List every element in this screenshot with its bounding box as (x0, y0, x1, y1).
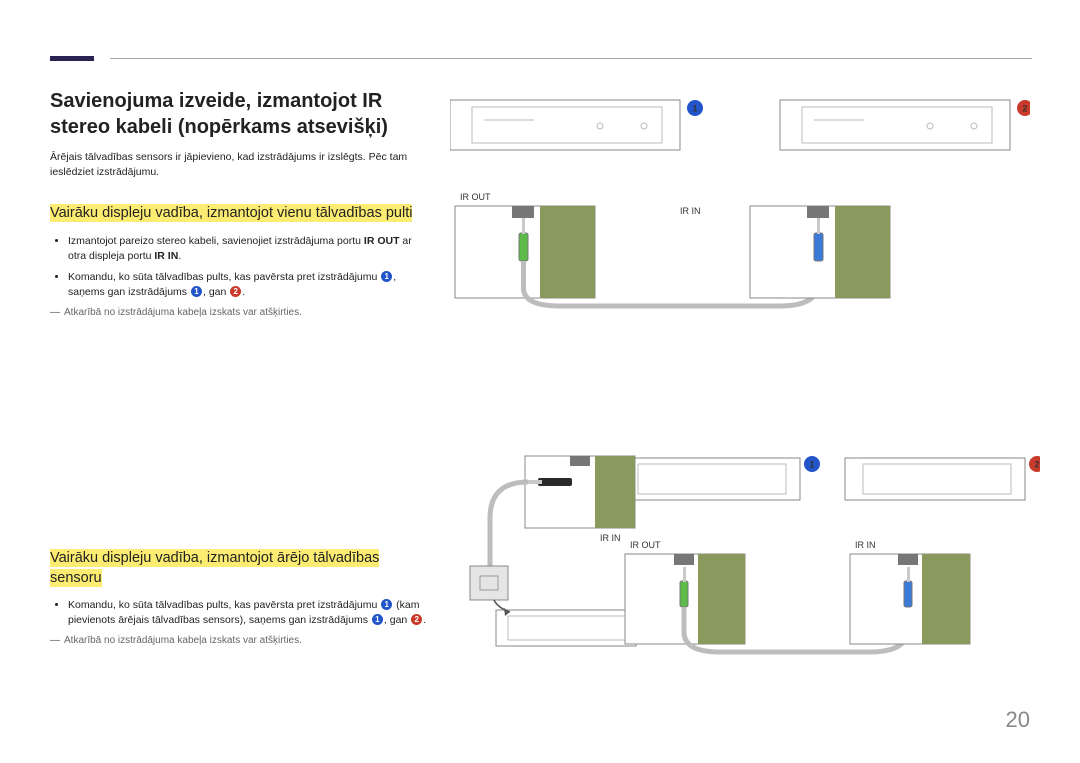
badge-one-icon: 1 (372, 614, 383, 625)
section-1-bullets: Izmantojot pareizo stereo kabeli, savien… (50, 234, 430, 301)
diagram-row-devices-2: 1 2 (620, 450, 1040, 520)
right-column: 1 2 IR OUT (450, 88, 1032, 662)
ir-in-label: IR IN (855, 540, 876, 550)
badge-two-icon: 2 (1022, 104, 1027, 114)
bullet-item: Komandu, ko sūta tālvadības pults, kas p… (68, 598, 430, 628)
badge-one-icon: 1 (191, 286, 202, 297)
diagram-cable-1: IR OUT IR IN (450, 188, 1030, 318)
badge-one-icon: 1 (381, 271, 392, 282)
badge-two-icon: 2 (230, 286, 241, 297)
header-marker (50, 56, 94, 61)
badge-one-icon: 1 (692, 104, 697, 114)
section-2-footnote: Atkarībā no izstrādājuma kabeļa izskats … (50, 635, 430, 646)
left-column: Savienojuma izveide, izmantojot IR stere… (50, 88, 450, 662)
intro-text: Ārējais tālvadības sensors ir jāpievieno… (50, 150, 430, 179)
header-rule (110, 58, 1032, 59)
diagram-row-devices-1: 1 2 (450, 90, 1030, 170)
badge-one-icon: 1 (381, 599, 392, 610)
bullet-item: Izmantojot pareizo stereo kabeli, savien… (68, 234, 430, 264)
page-content: Savienojuma izveide, izmantojot IR stere… (50, 88, 1032, 662)
ir-in-label: IR IN (680, 206, 701, 216)
section-1-footnote: Atkarībā no izstrādājuma kabeļa izskats … (50, 307, 430, 318)
page-title: Savienojuma izveide, izmantojot IR stere… (50, 88, 430, 140)
section-1: Vairāku displeju vadība, izmantojot vien… (50, 203, 430, 317)
bullet-item: Komandu, ko sūta tālvadības pults, kas p… (68, 270, 430, 300)
page-number: 20 (1006, 707, 1030, 733)
ir-in-label: IR IN (600, 533, 621, 543)
ir-out-label: IR OUT (460, 192, 491, 202)
badge-two-icon: 2 (411, 614, 422, 625)
section-2: Vairāku displeju vadība, izmantojot ārēj… (50, 548, 430, 646)
ir-out-label: IR OUT (630, 540, 661, 550)
section-1-heading: Vairāku displeju vadība, izmantojot vien… (50, 204, 412, 222)
badge-one-icon: 1 (809, 460, 814, 470)
badge-two-icon: 2 (1034, 460, 1039, 470)
diagram-cable-2: IR OUT IR IN (620, 536, 1050, 666)
section-2-heading: Vairāku displeju vadība, izmantojot ārēj… (50, 549, 379, 587)
section-2-bullets: Komandu, ko sūta tālvadības pults, kas p… (50, 598, 430, 628)
